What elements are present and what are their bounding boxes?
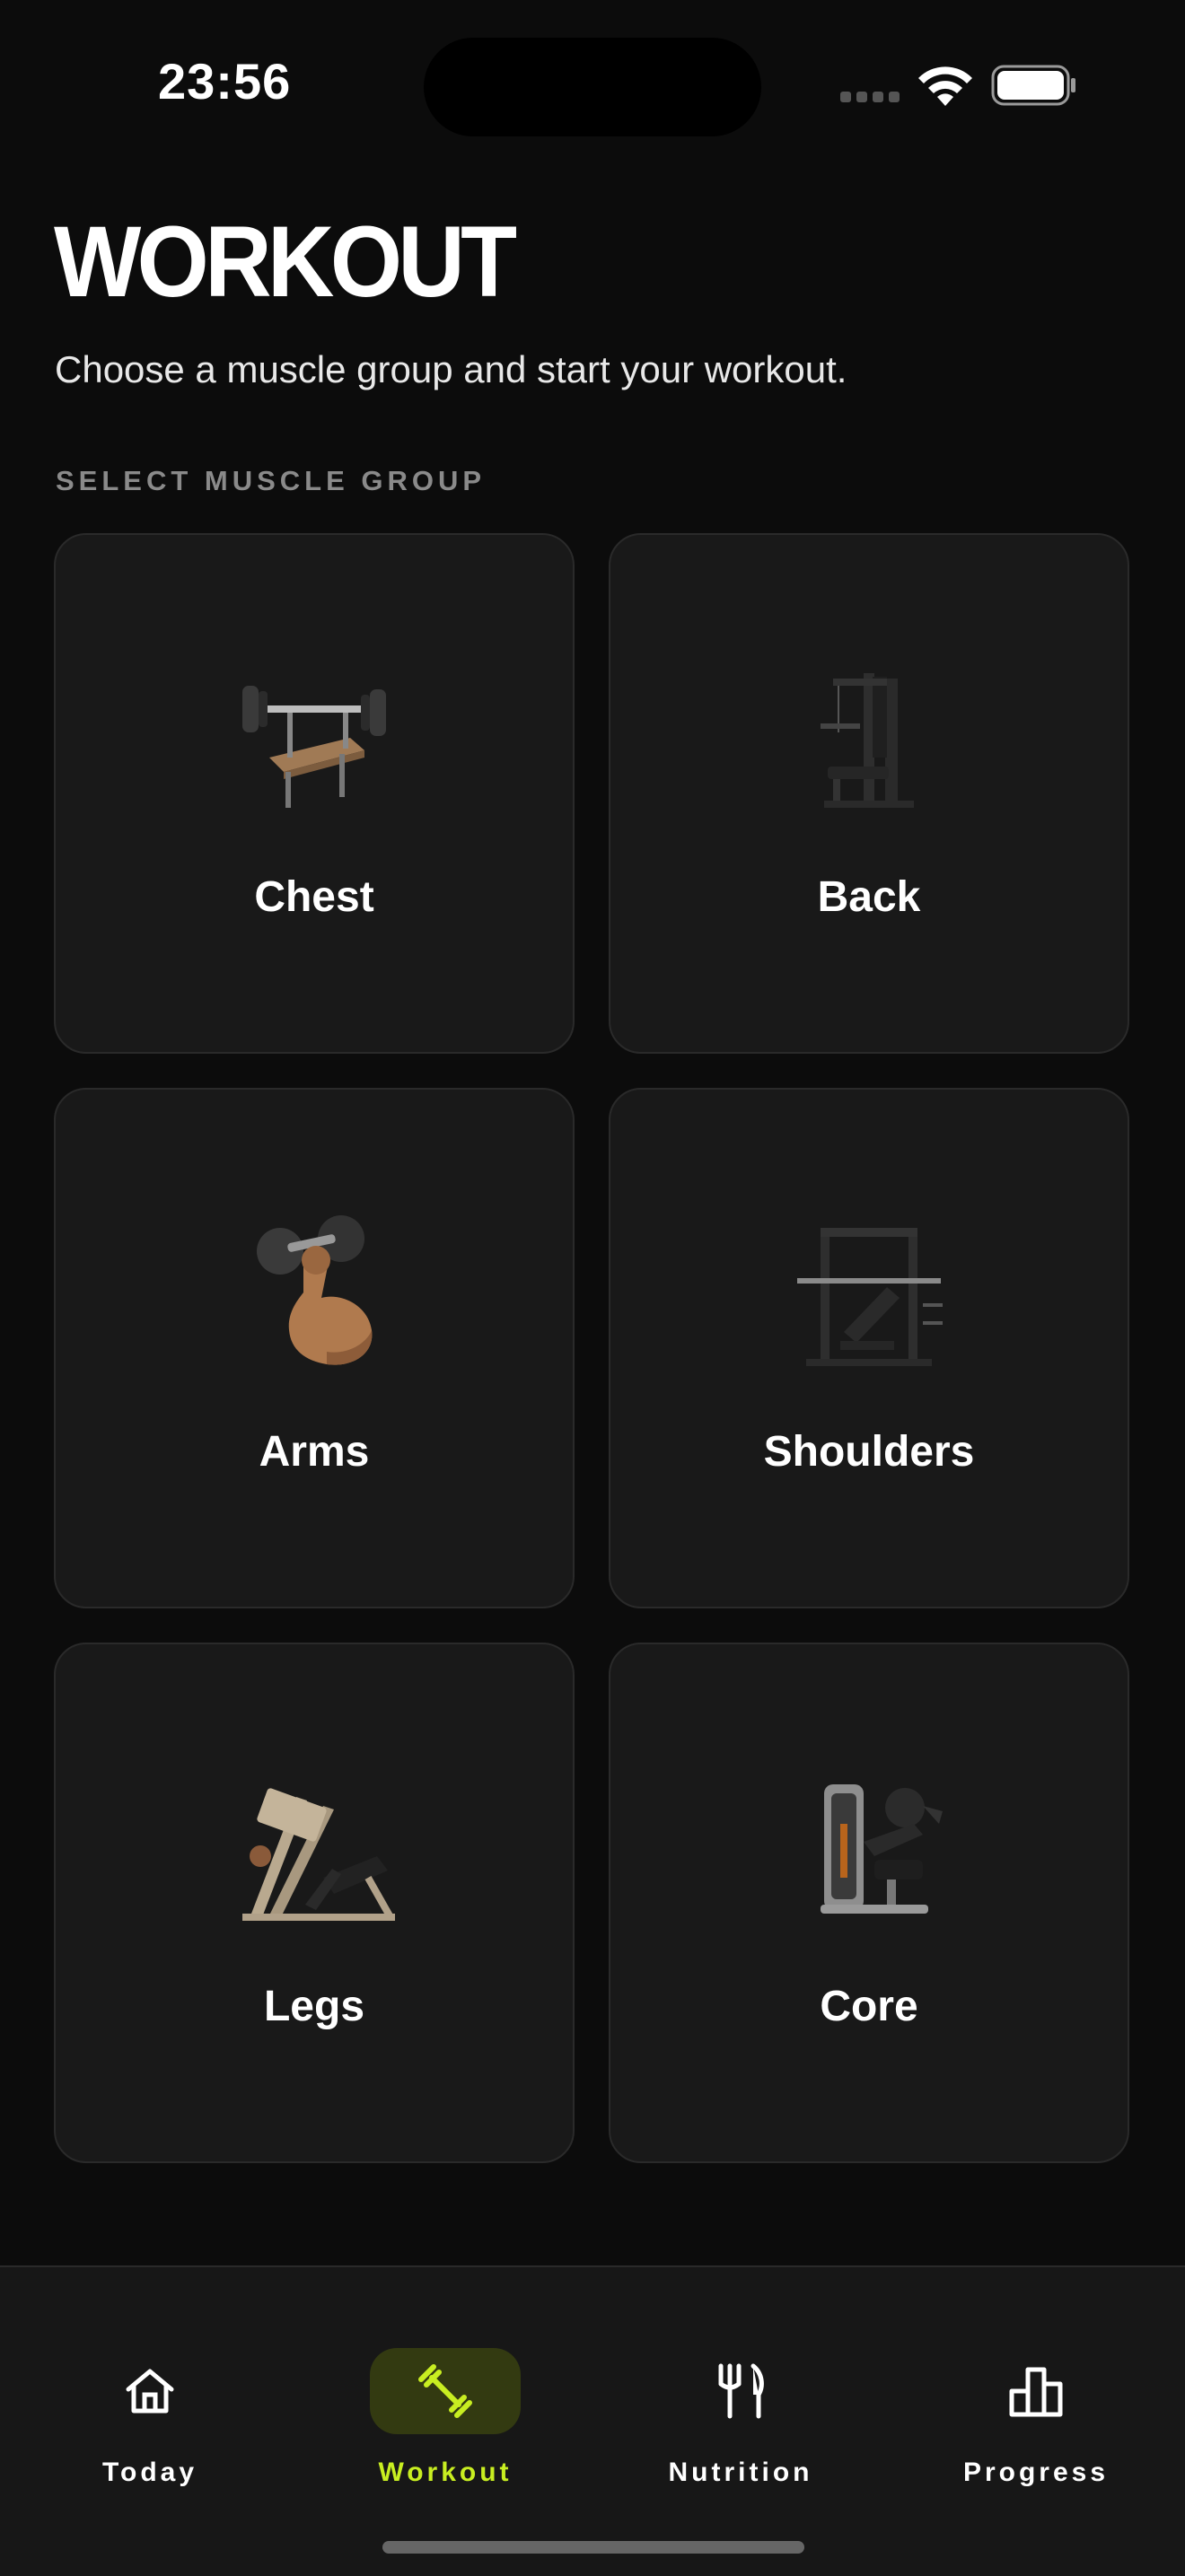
status-time: 23:56: [158, 53, 292, 110]
section-label: SELECT MUSCLE GROUP: [56, 465, 487, 496]
tab-label: Nutrition: [668, 2458, 813, 2487]
tab-label: Workout: [378, 2458, 513, 2487]
podium-chart-icon: [1009, 2367, 1063, 2417]
tab-label: Progress: [962, 2458, 1110, 2487]
status-bar: 23:56: [0, 0, 1185, 171]
tab-bar: Today Workout Nutrition Progress: [0, 2265, 1185, 2576]
cellular-signal-icon: [840, 92, 900, 102]
tab-progress[interactable]: Progress: [901, 2309, 1171, 2487]
muscle-group-label: Shoulders: [763, 1428, 975, 1476]
muscle-group-card-arms[interactable]: Arms: [54, 1088, 575, 1608]
wifi-icon: [918, 66, 972, 106]
ab-crunch-machine-icon: [821, 1784, 943, 1914]
battery-icon: [991, 65, 1075, 106]
home-icon: [126, 2369, 174, 2414]
tab-label: Today: [101, 2458, 198, 2487]
bench-press-icon: [242, 686, 386, 808]
fork-knife-icon: [718, 2363, 764, 2419]
muscle-group-card-back[interactable]: Back: [609, 533, 1129, 1054]
muscle-group-card-chest[interactable]: Chest: [54, 533, 575, 1054]
tab-nutrition[interactable]: Nutrition: [606, 2309, 875, 2487]
page-subtitle: Choose a muscle group and start your wor…: [55, 348, 847, 390]
tab-today[interactable]: Today: [15, 2309, 285, 2487]
page-title: WORKOUT: [54, 206, 517, 318]
lat-pulldown-machine-icon: [821, 673, 914, 808]
tab-workout[interactable]: Workout: [311, 2309, 580, 2487]
muscle-group-card-legs[interactable]: Legs: [54, 1643, 575, 2163]
muscle-group-label: Core: [820, 1983, 918, 2030]
muscle-group-card-core[interactable]: Core: [609, 1643, 1129, 2163]
muscle-group-label: Arms: [259, 1428, 370, 1476]
muscle-group-grid: Chest Back Arms Shoulders Legs Core: [54, 533, 1131, 2163]
smith-machine-icon: [797, 1228, 943, 1366]
muscle-group-label: Back: [817, 873, 921, 921]
dynamic-island: [424, 38, 761, 136]
leg-press-machine-icon: [242, 1788, 395, 1921]
dumbbell-icon: [418, 2364, 472, 2418]
muscle-group-label: Legs: [263, 1983, 365, 2030]
muscle-group-card-shoulders[interactable]: Shoulders: [609, 1088, 1129, 1608]
flexed-arm-dumbbell-icon: [257, 1215, 373, 1365]
home-indicator: [382, 2541, 804, 2554]
muscle-group-label: Chest: [254, 873, 374, 921]
